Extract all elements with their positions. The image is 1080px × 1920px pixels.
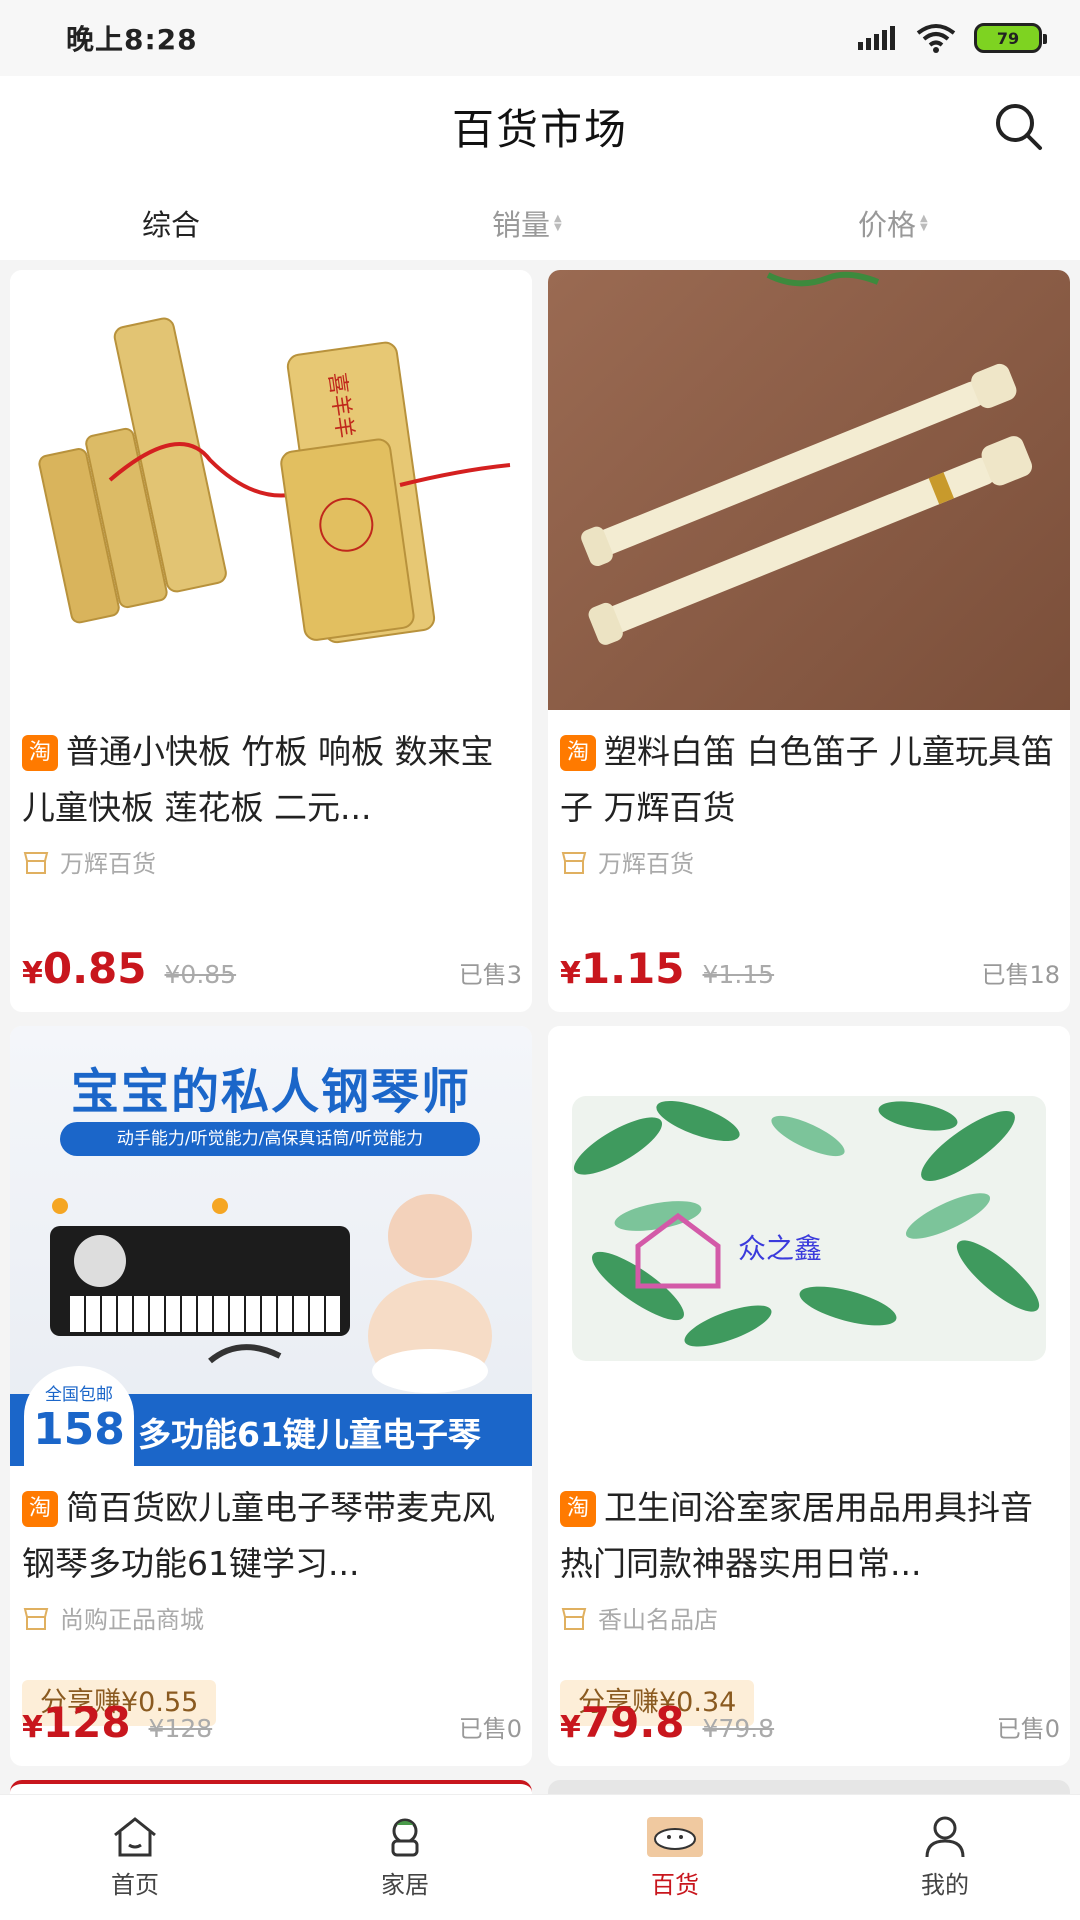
sort-tab-price[interactable]: 价格 ▲ ▼ (858, 202, 928, 244)
product-image-keyboard: 宝宝的私人钢琴师 动手能力/听觉能力/高保真话筒/听觉能力 全国包邮 158 多… (10, 1026, 532, 1466)
shop-icon (561, 851, 587, 874)
product-title-text: 简百货欧儿童电子琴带麦克风钢琴多功能61键学习... (22, 1488, 495, 1583)
nav-label: 家居 (381, 1871, 429, 1899)
page-title: 百货市场 (451, 104, 628, 154)
search-icon[interactable] (990, 98, 1046, 154)
shop-info[interactable]: 尚购正品商城 (22, 1600, 204, 1635)
nav-mine[interactable]: 我的 (810, 1795, 1080, 1920)
product-card[interactable]: 喜羊羊 淘普通小快板 竹板 响板 数来宝 儿童快板 莲花板 二元... 万辉百货… (10, 270, 532, 1012)
price: 128 (42, 1698, 131, 1747)
shop-info[interactable]: 万辉百货 (560, 844, 694, 879)
product-image-recorder (548, 270, 1070, 710)
header: 百货市场 (0, 76, 1080, 176)
bottom-nav: 首页 家居 百货 我的 (0, 1794, 1080, 1920)
product-card[interactable]: 众之鑫 淘卫生间浴室家居用品用具抖音热门同款神器实用日常... 香山名品店 分享… (548, 1026, 1070, 1766)
price-currency: ¥ (560, 1710, 581, 1745)
shop-icon (561, 1607, 587, 1630)
product-title: 淘卫生间浴室家居用品用具抖音热门同款神器实用日常... (560, 1480, 1058, 1592)
nav-home[interactable]: 首页 (0, 1795, 270, 1920)
nav-label: 首页 (111, 1871, 159, 1899)
signal-icon (858, 26, 895, 50)
sold-count: 已售0 (996, 1715, 1060, 1743)
product-title: 淘塑料白笛 白色笛子 儿童玩具笛子 万辉百货 (560, 724, 1058, 836)
sort-bar: 综合 销量 ▲ ▼ 价格 ▲ ▼ (0, 176, 1080, 260)
price-row: ¥ 0.85 ¥0.85 已售3 (22, 944, 522, 998)
home-icon (114, 1817, 156, 1857)
price: 79.8 (580, 1698, 685, 1747)
store-icon (647, 1817, 703, 1857)
user-icon (925, 1816, 965, 1858)
taobao-icon: 淘 (22, 1491, 58, 1527)
original-price: ¥79.8 (702, 1714, 775, 1743)
taobao-icon: 淘 (560, 735, 596, 771)
sort-arrows-icon: ▲ ▼ (920, 213, 928, 233)
image-banner: 全国包邮 158 多功能61键儿童电子琴 (10, 1366, 532, 1466)
battery-level: 79 (996, 28, 1020, 48)
shop-icon (23, 851, 49, 874)
shop-info[interactable]: 香山名品店 (560, 1600, 718, 1635)
original-price: ¥128 (148, 1714, 213, 1743)
product-title: 淘普通小快板 竹板 响板 数来宝 儿童快板 莲花板 二元... (22, 724, 520, 836)
sold-count: 已售0 (458, 1715, 522, 1743)
sold-count: 已售18 (981, 961, 1060, 989)
nav-label: 我的 (921, 1871, 969, 1899)
sort-tab-label: 销量 (492, 208, 551, 242)
price-row: ¥ 128 ¥128 已售0 (22, 1698, 522, 1752)
status-icons: 79 (858, 23, 1047, 53)
sort-tab-comprehensive[interactable]: 综合 (142, 202, 200, 244)
home-goods-icon (391, 1818, 419, 1857)
price-currency: ¥ (22, 1710, 43, 1745)
product-title-text: 普通小快板 竹板 响板 数来宝 儿童快板 莲花板 二元... (22, 732, 494, 827)
image-subline: 动手能力/听觉能力/高保真话筒/听觉能力 (60, 1122, 480, 1156)
shop-name: 香山名品店 (598, 1606, 718, 1634)
product-image-clappers: 喜羊羊 (10, 270, 532, 710)
image-badge-num: 158 (33, 1404, 125, 1455)
sort-tab-label: 综合 (142, 208, 201, 242)
wifi-icon (916, 24, 956, 53)
nav-label: 百货 (651, 1871, 699, 1899)
status-time: 晚上8:28 (66, 23, 198, 56)
sort-arrows-icon: ▲ ▼ (554, 213, 562, 233)
product-card[interactable]: 宝宝的私人钢琴师 动手能力/听觉能力/高保真话筒/听觉能力 全国包邮 158 多… (10, 1026, 532, 1766)
shop-name: 尚购正品商城 (60, 1606, 204, 1634)
taobao-icon: 淘 (22, 735, 58, 771)
image-logo-text: 众之鑫 (738, 1232, 822, 1265)
product-title-text: 卫生间浴室家居用品用具抖音热门同款神器实用日常... (560, 1488, 1033, 1583)
nav-home-goods[interactable]: 家居 (270, 1795, 540, 1920)
original-price: ¥0.85 (164, 960, 237, 989)
image-banner-text: 多功能61键儿童电子琴 (138, 1415, 481, 1454)
price: 0.85 (42, 944, 147, 993)
price-currency: ¥ (560, 956, 581, 991)
price-row: ¥ 79.8 ¥79.8 已售0 (560, 1698, 1060, 1752)
shop-info[interactable]: 万辉百货 (22, 844, 156, 879)
image-badge-top: 全国包邮 (45, 1385, 113, 1405)
image-headline: 宝宝的私人钢琴师 (70, 1064, 471, 1120)
shop-icon (23, 1607, 49, 1630)
status-bar: 晚上8:28 79 (0, 0, 1080, 76)
price-row: ¥ 1.15 ¥1.15 已售18 (560, 944, 1060, 998)
shop-name: 万辉百货 (598, 850, 694, 878)
product-title-text: 塑料白笛 白色笛子 儿童玩具笛子 万辉百货 (560, 732, 1054, 827)
price: 1.15 (580, 944, 685, 993)
battery-icon: 79 (974, 23, 1047, 53)
sold-count: 已售3 (458, 961, 522, 989)
product-card[interactable]: 淘塑料白笛 白色笛子 儿童玩具笛子 万辉百货 万辉百货 ¥ 1.15 ¥1.15… (548, 270, 1070, 1012)
original-price: ¥1.15 (702, 960, 775, 989)
sort-tab-label: 价格 (858, 208, 917, 242)
taobao-icon: 淘 (560, 1491, 596, 1527)
shop-name: 万辉百货 (60, 850, 156, 878)
price-currency: ¥ (22, 956, 43, 991)
sort-tab-sales[interactable]: 销量 ▲ ▼ (492, 202, 562, 244)
nav-store[interactable]: 百货 (540, 1795, 810, 1920)
product-image-mat: 众之鑫 (548, 1026, 1070, 1466)
product-title: 淘简百货欧儿童电子琴带麦克风钢琴多功能61键学习... (22, 1480, 520, 1592)
